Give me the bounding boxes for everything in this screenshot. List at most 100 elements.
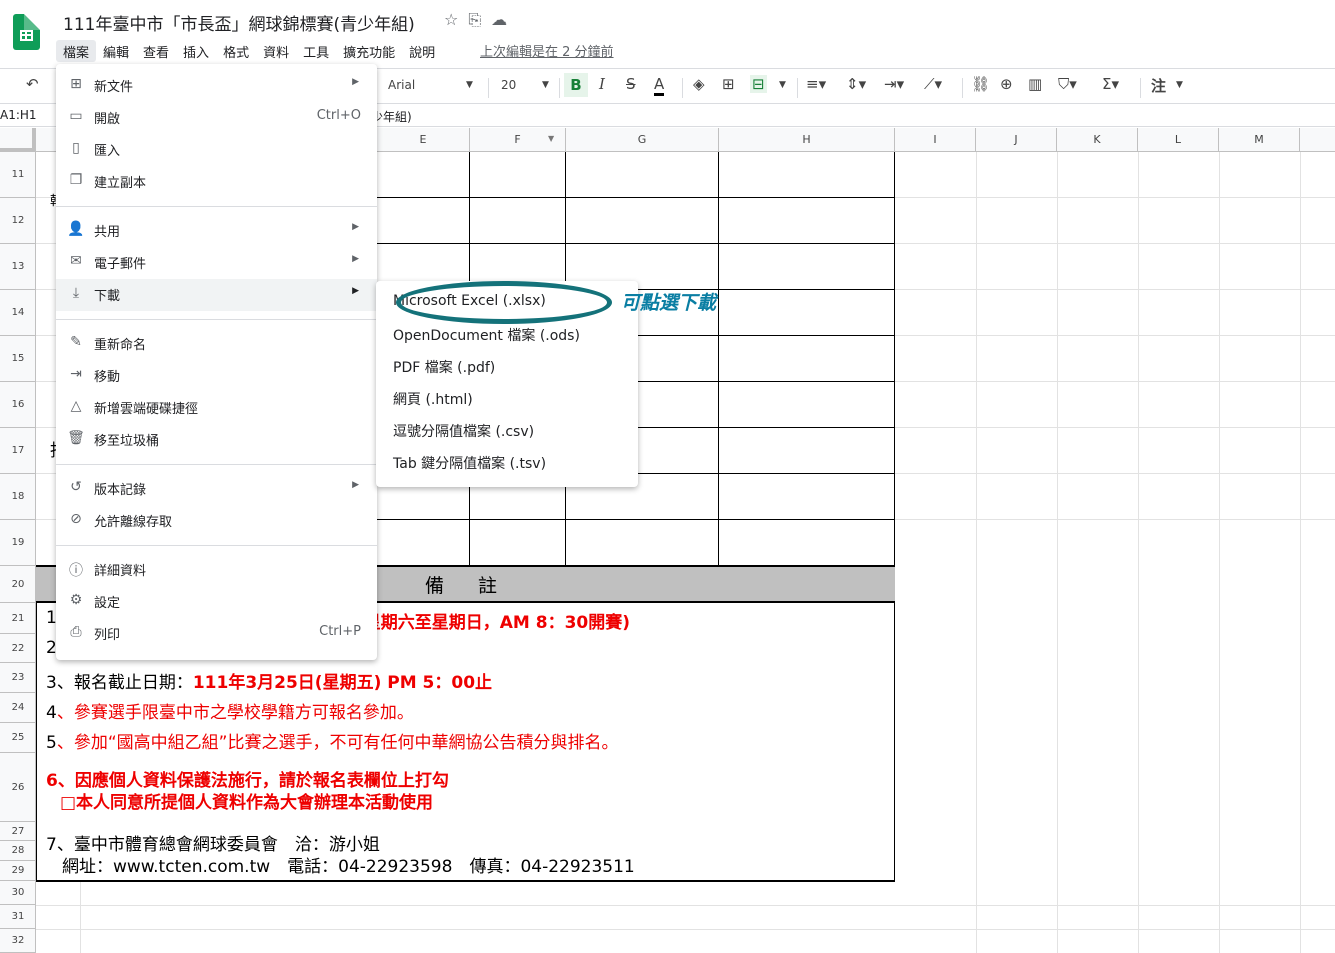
font-size-select[interactable]: 20 xyxy=(501,78,516,92)
font-dropdown-icon[interactable]: ▼ xyxy=(466,80,473,90)
submenu-arrow-icon: ▶ xyxy=(352,480,359,490)
cloud-status-icon[interactable]: ☁ xyxy=(491,10,517,29)
download-html[interactable]: 網頁 (.html) xyxy=(376,382,638,414)
row-header[interactable]: 17 xyxy=(0,428,36,474)
column-header-i[interactable]: I xyxy=(895,128,976,152)
submenu-arrow-icon: ▶ xyxy=(352,286,359,296)
star-icon[interactable]: ☆ xyxy=(444,10,468,29)
menu-help[interactable]: 說明 xyxy=(402,40,442,62)
trash-icon: 🗑 xyxy=(67,430,85,446)
column-header-e[interactable]: E xyxy=(377,128,470,152)
document-title[interactable]: 111年臺中市「市長盃」網球錦標賽(青少年組) xyxy=(63,10,415,35)
undo-icon[interactable]: ↶ xyxy=(26,75,39,93)
select-all-corner[interactable] xyxy=(0,128,36,152)
menu-insert[interactable]: 插入 xyxy=(176,40,216,62)
menu-item-move[interactable]: ⇥ 移動 xyxy=(56,360,377,390)
input-tools-dropdown-icon[interactable]: ▼ xyxy=(1176,80,1183,90)
filter-icon[interactable]: ⛉▾ xyxy=(1058,75,1077,93)
menu-item-make-copy[interactable]: ❐ 建立副本 xyxy=(56,166,377,196)
bold-button[interactable]: B xyxy=(564,73,588,97)
menu-item-import[interactable]: ▯ 匯入 xyxy=(56,134,377,164)
row-header[interactable]: 20 xyxy=(0,566,36,603)
menu-item-print[interactable]: ⎙ 列印 Ctrl+P xyxy=(56,618,377,648)
row-header[interactable]: 12 xyxy=(0,198,36,244)
row-header[interactable]: 27 xyxy=(0,822,36,841)
fill-color-icon[interactable]: ◈ xyxy=(693,75,705,93)
vertical-align-icon[interactable]: ⇕▾ xyxy=(846,75,866,93)
menu-item-trash[interactable]: 🗑 移至垃圾桶 xyxy=(56,424,377,454)
merge-dropdown-icon[interactable]: ▼ xyxy=(779,80,786,90)
column-header-m[interactable]: M xyxy=(1219,128,1300,152)
column-header-k[interactable]: K xyxy=(1057,128,1138,152)
name-box[interactable]: A1:H1 xyxy=(0,108,37,122)
row-header[interactable]: 19 xyxy=(0,520,36,566)
menu-extensions[interactable]: 擴充功能 xyxy=(336,40,402,62)
move-icon: ⇥ xyxy=(70,366,82,382)
menu-item-open[interactable]: ▭ 開啟 Ctrl+O xyxy=(56,102,377,132)
font-size-dropdown-icon[interactable]: ▼ xyxy=(542,80,549,90)
text-wrap-icon[interactable]: ⇥▾ xyxy=(884,75,904,93)
row-header[interactable]: 29 xyxy=(0,861,36,881)
borders-icon[interactable]: ⊞ xyxy=(722,75,735,93)
menu-tools[interactable]: 工具 xyxy=(296,40,336,62)
strikethrough-button[interactable]: S xyxy=(626,75,636,93)
link-icon[interactable]: ⛓ xyxy=(971,75,990,93)
last-edit-link[interactable]: 上次編輯是在 2 分鐘前 xyxy=(480,41,614,60)
row-header[interactable]: 31 xyxy=(0,905,36,929)
menu-edit[interactable]: 編輯 xyxy=(96,40,136,62)
sheets-logo-icon[interactable] xyxy=(13,14,40,50)
info-icon: ⓘ xyxy=(69,563,83,579)
input-tools-button[interactable]: 注 xyxy=(1151,75,1166,96)
text-color-button[interactable]: A xyxy=(654,75,665,96)
column-filter-icon[interactable]: ▼ xyxy=(548,134,554,143)
chart-icon[interactable]: ▥ xyxy=(1028,75,1042,93)
menu-item-rename[interactable]: ✎ 重新命名 xyxy=(56,328,377,358)
functions-icon[interactable]: Σ▾ xyxy=(1102,75,1119,93)
menu-file[interactable]: 檔案 xyxy=(56,40,97,62)
row-header[interactable]: 24 xyxy=(0,693,36,723)
font-family-select[interactable]: Arial xyxy=(388,78,415,92)
menu-item-add-shortcut[interactable]: △ 新增雲端硬碟捷徑 xyxy=(56,392,377,422)
row-header[interactable]: 21 xyxy=(0,603,36,634)
column-header-j[interactable]: J xyxy=(976,128,1057,152)
move-folder-icon[interactable]: ⎘ xyxy=(468,10,491,29)
text-rotate-icon[interactable]: ⟋▾ xyxy=(924,75,942,93)
mail-icon: ✉ xyxy=(70,253,82,269)
row-header[interactable]: 22 xyxy=(0,634,36,663)
row-header[interactable]: 14 xyxy=(0,290,36,336)
download-tsv[interactable]: Tab 鍵分隔值檔案 (.tsv) xyxy=(376,446,638,478)
menu-data[interactable]: 資料 xyxy=(256,40,296,62)
menu-item-offline[interactable]: ⊘ 允許離線存取 xyxy=(56,505,377,535)
row-header[interactable]: 15 xyxy=(0,336,36,382)
row-header[interactable]: 25 xyxy=(0,723,36,753)
menu-item-email[interactable]: ✉ 電子郵件 ▶ xyxy=(56,247,377,277)
menu-view[interactable]: 查看 xyxy=(136,40,176,62)
merge-cells-icon[interactable]: ⊟ xyxy=(750,75,767,93)
row-header[interactable]: 18 xyxy=(0,474,36,520)
row-header[interactable]: 28 xyxy=(0,841,36,861)
row-header[interactable]: 30 xyxy=(0,881,36,905)
menu-item-new[interactable]: ⊞ 新文件 ▶ xyxy=(56,70,377,100)
column-header-h[interactable]: H xyxy=(719,128,895,152)
download-csv[interactable]: 逗號分隔值檔案 (.csv) xyxy=(376,414,638,446)
menu-format[interactable]: 格式 xyxy=(216,40,256,62)
comment-icon[interactable]: ⊕ xyxy=(1000,75,1013,93)
column-header-g[interactable]: G xyxy=(566,128,719,152)
row-header[interactable]: 16 xyxy=(0,382,36,428)
row-header[interactable]: 32 xyxy=(0,929,36,953)
menu-item-download[interactable]: ⤓ 下載 ▶ xyxy=(56,279,377,311)
menu-item-version-history[interactable]: ↺ 版本記錄 ▶ xyxy=(56,473,377,503)
row-header[interactable]: 26 xyxy=(0,753,36,822)
italic-button[interactable]: I xyxy=(599,75,605,93)
column-header-l[interactable]: L xyxy=(1138,128,1219,152)
download-pdf[interactable]: PDF 檔案 (.pdf) xyxy=(376,350,638,382)
menu-item-settings[interactable]: ⚙ 設定 xyxy=(56,586,377,616)
formula-content[interactable]: 少年組) xyxy=(371,108,412,125)
horizontal-align-icon[interactable]: ≡▾ xyxy=(806,75,826,93)
row-header[interactable]: 23 xyxy=(0,663,36,693)
row-header[interactable]: 13 xyxy=(0,244,36,290)
note-7-line-2: 網址：www.tcten.com.tw 電話：04-22923598 傳真：04… xyxy=(62,857,635,877)
row-header[interactable]: 11 xyxy=(0,152,36,198)
menu-item-share[interactable]: 👤 共用 ▶ xyxy=(56,215,377,245)
menu-item-details[interactable]: ⓘ 詳細資料 xyxy=(56,554,377,584)
